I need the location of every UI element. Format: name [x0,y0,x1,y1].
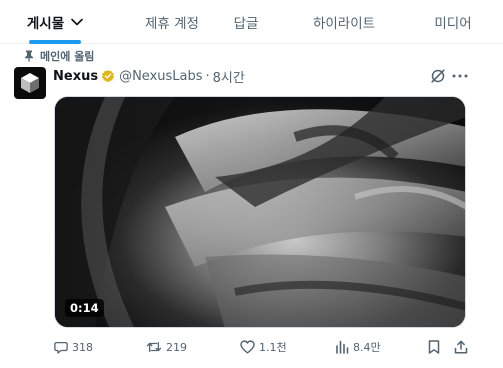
bookmark-icon [428,340,440,354]
like-count: 1.1천 [259,341,287,354]
tab-replies-label: 답글 [233,16,259,32]
separator-dot: · [205,68,210,84]
repost-button[interactable]: 219 [146,336,187,358]
share-icon [454,340,468,354]
reply-count: 318 [72,340,93,354]
tab-media[interactable]: 미디어 [418,0,488,44]
author-name[interactable]: Nexus [53,69,98,84]
more-icon[interactable] [449,67,471,85]
bookmark-button[interactable] [428,336,444,358]
author-handle[interactable]: @NexusLabs [119,69,202,84]
pinned-indicator: 메인에 올림 [18,48,94,64]
views-icon [335,340,349,354]
like-icon [240,340,255,354]
pinned-label: 메인에 올림 [40,50,95,63]
verified-badge-icon [101,69,115,83]
tab-posts-label: 게시물 [26,16,65,32]
repost-icon [146,340,162,354]
like-button[interactable]: 1.1천 [240,336,287,358]
repost-count: 219 [166,340,187,354]
video-frame [55,97,465,327]
views-count: 8.4만 [353,341,381,354]
cube-logo-icon [20,72,40,94]
post-time[interactable]: 8시간 [213,67,245,86]
tab-affiliates[interactable]: 제휴 계정 [122,0,222,44]
post-actions: 318 219 1.1천 8.4만 [0,336,503,358]
views-button[interactable]: 8.4만 [335,336,381,358]
grok-icon[interactable] [427,67,449,85]
tab-highlights-label: 하이라이트 [312,16,376,32]
profile-timeline: 게시물 제휴 계정 답글 하이라이트 미디어 메인에 올림 Nexus @Nex… [0,0,503,368]
active-tab-indicator [29,40,81,44]
share-button[interactable] [454,336,472,358]
profile-tabs: 게시물 제휴 계정 답글 하이라이트 미디어 [0,0,503,44]
avatar[interactable] [14,67,46,99]
tab-replies[interactable]: 답글 [222,0,270,44]
reply-button[interactable]: 318 [54,336,93,358]
pin-icon [18,50,34,62]
tab-posts[interactable]: 게시물 [10,0,100,44]
reply-icon [54,340,68,354]
tab-highlights[interactable]: 하이라이트 [292,0,396,44]
post-header: Nexus @NexusLabs · 8시간 [53,67,245,86]
post-video[interactable]: 0:14 [54,96,466,328]
video-duration: 0:14 [65,299,104,317]
tab-media-label: 미디어 [434,16,472,32]
chevron-down-icon [71,18,83,26]
tab-affiliates-label: 제휴 계정 [145,16,199,32]
